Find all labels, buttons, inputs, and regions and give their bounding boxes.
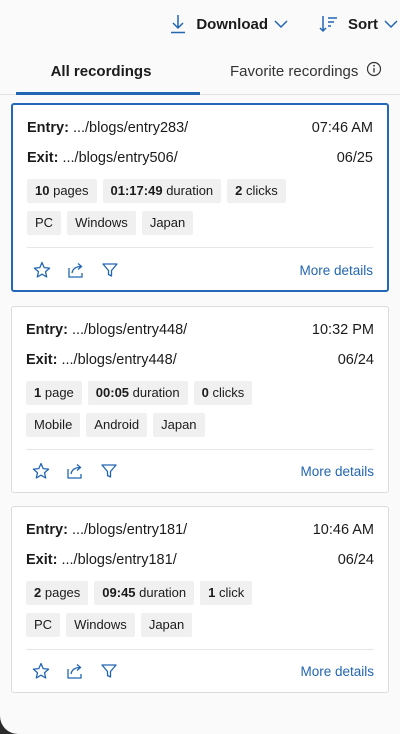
device-chip: PC: [27, 211, 62, 235]
entry-url: .../blogs/entry181/: [71, 522, 188, 538]
exit-row: Exit: .../blogs/entry181/ 06/24: [26, 552, 374, 568]
clicks-chip: 1 click: [200, 581, 253, 605]
country-chip: Japan: [153, 413, 205, 437]
recording-card[interactable]: Entry: .../blogs/entry448/ 10:32 PM Exit…: [11, 306, 389, 493]
sort-label: Sort: [348, 15, 378, 33]
exit-label: Exit:: [26, 352, 58, 368]
exit-label: Exit:: [26, 552, 58, 568]
exit-url: .../blogs/entry181/: [61, 552, 177, 568]
chevron-down-icon: [274, 19, 288, 29]
entry-url: .../blogs/entry448/: [71, 322, 188, 338]
metrics-chips: 2 pages 09:45 duration 1 click: [26, 581, 258, 605]
metrics-chips: 1 page 00:05 duration 0 clicks: [26, 381, 258, 405]
recording-card[interactable]: Entry: .../blogs/entry283/ 07:46 AM Exit…: [11, 103, 389, 292]
os-chip: Windows: [67, 211, 136, 235]
toolbar: Download Sort: [0, 0, 400, 48]
os-chip: Windows: [66, 613, 135, 637]
entry-label: Entry:: [26, 322, 68, 338]
recording-date: 06/25: [336, 150, 373, 166]
device-chip: PC: [26, 613, 61, 637]
sort-button[interactable]: Sort: [318, 14, 398, 34]
entry-url: .../blogs/entry283/: [72, 120, 189, 136]
exit-row: Exit: .../blogs/entry448/ 06/24: [26, 352, 374, 368]
filter-icon[interactable]: [100, 462, 118, 480]
share-icon[interactable]: [66, 462, 84, 480]
duration-chip: 00:05 duration: [87, 381, 188, 405]
tag-chips: Mobile Android Japan: [26, 413, 211, 437]
recording-time: 07:46 AM: [311, 120, 373, 136]
tab-label: All recordings: [50, 62, 152, 80]
star-icon[interactable]: [32, 462, 50, 480]
card-divider: [26, 449, 374, 450]
card-actions: More details: [32, 662, 374, 680]
clicks-chip: 0 clicks: [193, 381, 253, 405]
recordings-panel: Download Sort All recordings Favorite re…: [0, 0, 400, 734]
recording-date: 06/24: [337, 352, 374, 368]
share-icon[interactable]: [66, 662, 84, 680]
card-actions: More details: [33, 261, 373, 279]
card-divider: [27, 247, 373, 248]
sort-icon: [318, 14, 338, 34]
entry-row: Entry: .../blogs/entry283/ 07:46 AM: [27, 120, 373, 136]
os-chip: Android: [86, 413, 148, 437]
entry-label: Entry:: [26, 522, 68, 538]
download-button[interactable]: Download: [170, 14, 288, 34]
recording-time: 10:32 PM: [311, 322, 374, 338]
entry-row: Entry: .../blogs/entry181/ 10:46 AM: [26, 522, 374, 538]
pages-chip: 1 page: [26, 381, 82, 405]
download-icon: [170, 14, 186, 34]
tab-all-recordings[interactable]: All recordings: [10, 48, 200, 95]
entry-row: Entry: .../blogs/entry448/ 10:32 PM: [26, 322, 374, 338]
exit-url: .../blogs/entry448/: [61, 352, 177, 368]
recording-time: 10:46 AM: [312, 522, 374, 538]
recording-card[interactable]: Entry: .../blogs/entry181/ 10:46 AM Exit…: [11, 506, 389, 693]
duration-chip: 01:17:49 duration: [102, 179, 222, 203]
tag-chips: PC Windows Japan: [26, 613, 198, 637]
exit-label: Exit:: [27, 150, 59, 166]
card-actions: More details: [32, 462, 374, 480]
card-divider: [26, 649, 374, 650]
country-chip: Japan: [141, 211, 194, 235]
tab-label: Favorite recordings: [230, 62, 359, 80]
star-icon[interactable]: [33, 261, 51, 279]
recording-date: 06/24: [337, 552, 374, 568]
exit-row: Exit: .../blogs/entry506/ 06/25: [27, 150, 373, 166]
recording-tabs: All recordings Favorite recordings: [0, 48, 400, 95]
device-chip: Mobile: [26, 413, 81, 437]
exit-url: .../blogs/entry506/: [62, 150, 178, 166]
country-chip: Japan: [140, 613, 193, 637]
more-details-link[interactable]: More details: [299, 263, 373, 278]
pages-chip: 2 pages: [26, 581, 89, 605]
tab-favorite-recordings[interactable]: Favorite recordings: [230, 48, 382, 94]
metrics-chips: 10 pages 01:17:49 duration 2 clicks: [27, 179, 292, 203]
download-label: Download: [196, 15, 268, 33]
filter-icon[interactable]: [101, 261, 119, 279]
chevron-down-icon: [384, 19, 398, 29]
more-details-link[interactable]: More details: [300, 464, 374, 479]
entry-label: Entry:: [27, 120, 69, 136]
pages-chip: 10 pages: [27, 179, 97, 203]
tag-chips: PC Windows Japan: [27, 211, 199, 235]
clicks-chip: 2 clicks: [227, 179, 286, 203]
duration-chip: 09:45 duration: [94, 581, 195, 605]
more-details-link[interactable]: More details: [300, 664, 374, 679]
star-icon[interactable]: [32, 662, 50, 680]
info-icon[interactable]: [366, 61, 382, 81]
share-icon[interactable]: [67, 261, 85, 279]
filter-icon[interactable]: [100, 662, 118, 680]
